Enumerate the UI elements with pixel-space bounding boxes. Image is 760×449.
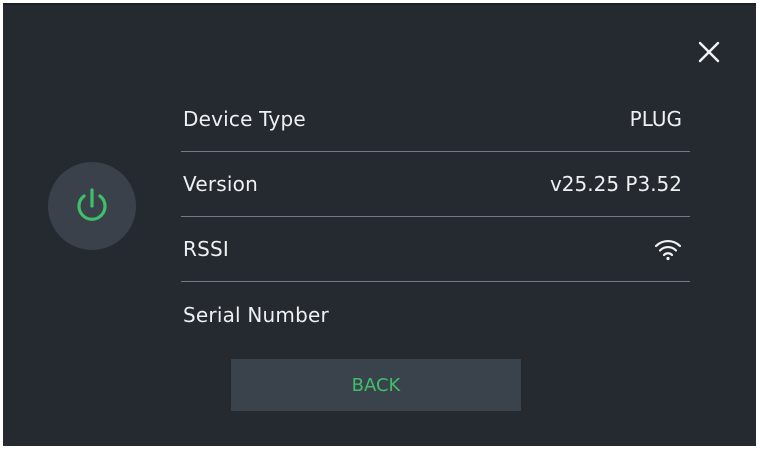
version-label: Version	[183, 172, 258, 196]
device-info-list: Device Type PLUG Version v25.25 P3.52 RS…	[181, 87, 690, 347]
power-icon	[77, 188, 107, 221]
serial-number-row: Serial Number	[181, 282, 690, 347]
serial-number-label: Serial Number	[183, 302, 329, 327]
wifi-icon	[654, 237, 682, 261]
back-button[interactable]: BACK	[231, 359, 521, 411]
device-type-row: Device Type PLUG	[181, 87, 690, 152]
device-info-dialog: Device Type PLUG Version v25.25 P3.52 RS…	[3, 3, 756, 446]
device-type-label: Device Type	[183, 107, 306, 131]
device-icon-badge	[48, 162, 136, 250]
close-button[interactable]	[696, 39, 722, 65]
device-type-value: PLUG	[629, 107, 682, 131]
version-value: v25.25 P3.52	[549, 172, 682, 196]
rssi-label: RSSI	[183, 237, 229, 261]
close-icon	[698, 41, 720, 63]
rssi-row: RSSI	[181, 217, 690, 282]
version-row: Version v25.25 P3.52	[181, 152, 690, 217]
